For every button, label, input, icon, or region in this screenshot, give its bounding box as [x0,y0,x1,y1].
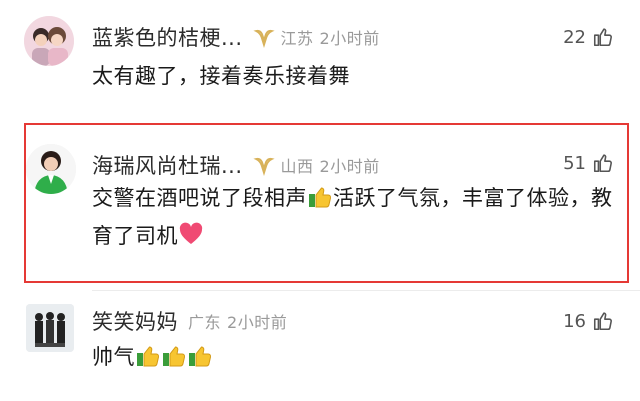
location: 山西 [280,157,314,176]
comment-text: 交警在酒吧说了段相声 活跃了气氛，丰富了体验，教育了司机 [92,179,622,255]
timestamp: 2小时前 [319,29,380,48]
comment-text: 帅气 [92,338,622,376]
verified-v-badge-icon [252,26,275,49]
thumbs-up-emoji-icon [187,342,213,368]
comment-header: 蓝紫色的桔梗... 江苏 2小时前 [92,22,380,52]
like-count: 51 [563,152,586,174]
location: 广东 [188,313,222,332]
username[interactable]: 海瑞风尚杜瑞... [92,150,243,180]
avatar[interactable] [26,304,74,352]
thumbs-up-emoji-icon [307,183,333,209]
like-button[interactable]: 51 [563,152,614,174]
comment-text-body: 帅气 [92,345,135,369]
location: 江苏 [280,29,314,48]
comment-item: 蓝紫色的桔梗... 江苏 2小时前 22 太有趣了，接着奏乐接着舞 [0,0,640,118]
divider [92,290,640,291]
thumbs-up-outline-icon [593,312,612,331]
thumbs-up-emoji-icon [161,342,187,368]
heart-emoji-icon [178,221,204,247]
username[interactable]: 蓝紫色的桔梗... [92,22,243,52]
thumbs-up-outline-icon [593,154,612,173]
thumbs-up-emoji-icon [135,342,161,368]
comment-item: 笑笑妈妈 广东 2小时前 16 帅气 [0,296,640,401]
avatar[interactable] [24,16,74,66]
timestamp: 2小时前 [319,157,380,176]
verified-v-badge-icon [252,154,275,177]
comment-header: 笑笑妈妈 广东 2小时前 [92,306,287,336]
like-button[interactable]: 16 [563,310,614,332]
comment-header: 海瑞风尚杜瑞... 山西 2小时前 [92,150,380,180]
comment-text-part1: 交警在酒吧说了段相声 [92,186,307,210]
like-count: 22 [563,26,586,48]
thumbs-up-outline-icon [593,28,612,47]
avatar[interactable] [26,144,76,194]
username[interactable]: 笑笑妈妈 [92,306,178,336]
comment-text: 太有趣了，接着奏乐接着舞 [92,64,350,88]
comment-item: 海瑞风尚杜瑞... 山西 2小时前 51 交警在酒吧说了段相声 活跃了气氛，丰富了… [0,130,640,280]
like-button[interactable]: 22 [563,26,614,48]
like-count: 16 [563,310,586,332]
timestamp: 2小时前 [227,313,288,332]
